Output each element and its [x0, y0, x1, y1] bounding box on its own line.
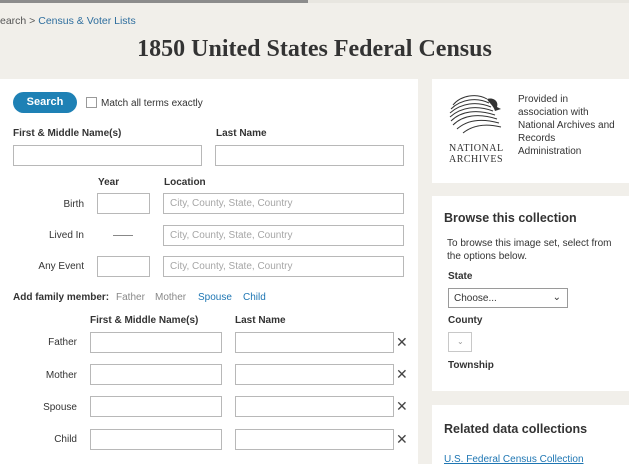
spouse-row-label: Spouse — [43, 402, 77, 413]
mother-first-input[interactable] — [90, 364, 222, 385]
birth-location-placeholder: City, County, State, Country — [170, 198, 293, 209]
state-select[interactable]: Choose... ⌄ — [448, 288, 568, 308]
breadcrumb-link[interactable]: Census & Voter Lists — [38, 15, 135, 27]
state-select-value: Choose... — [454, 293, 497, 304]
birth-location-input[interactable]: City, County, State, Country — [163, 193, 404, 214]
lived-in-label: Lived In — [48, 230, 84, 241]
search-button[interactable]: Search — [13, 92, 77, 113]
county-select[interactable]: ⌄ — [448, 332, 472, 352]
birth-label: Birth — [63, 199, 84, 210]
breadcrumb-prefix: earch > — [0, 15, 36, 27]
remove-father-icon[interactable]: ✕ — [396, 335, 408, 349]
last-name-label: Last Name — [216, 128, 267, 139]
state-label: State — [448, 271, 473, 282]
first-middle-input[interactable] — [13, 145, 202, 166]
browse-description: To browse this image set, select from th… — [447, 238, 612, 262]
chevron-down-icon: ⌄ — [552, 292, 561, 303]
father-first-input[interactable] — [90, 332, 222, 353]
any-event-location-input[interactable]: City, County, State, Country — [163, 256, 404, 277]
related-link-census[interactable]: U.S. Federal Census Collection — [444, 454, 584, 464]
breadcrumb: earch > Census & Voter Lists — [0, 15, 136, 27]
birth-year-input[interactable] — [97, 193, 150, 214]
any-event-year-input[interactable] — [97, 256, 150, 277]
remove-child-icon[interactable]: ✕ — [396, 432, 408, 446]
any-event-location-placeholder: City, County, State, Country — [170, 261, 293, 272]
lived-in-location-input[interactable]: City, County, State, Country — [163, 225, 404, 246]
remove-mother-icon[interactable]: ✕ — [396, 367, 408, 381]
remove-spouse-icon[interactable]: ✕ — [396, 399, 408, 413]
match-exact-label: Match all terms exactly — [101, 98, 203, 109]
match-exact-checkbox[interactable] — [86, 97, 97, 108]
child-row-label: Child — [54, 434, 77, 445]
national-archives-eagle-logo — [449, 95, 502, 134]
add-child-link[interactable]: Child — [243, 292, 266, 303]
spouse-last-input[interactable] — [235, 396, 394, 417]
family-last-name-label: Last Name — [235, 315, 286, 326]
lived-in-location-placeholder: City, County, State, Country — [170, 230, 293, 241]
child-first-input[interactable] — [90, 429, 222, 450]
chevron-down-icon: ⌄ — [457, 337, 464, 346]
first-middle-label: First & Middle Name(s) — [13, 128, 122, 139]
top-border — [0, 0, 629, 3]
add-father-link[interactable]: Father — [116, 292, 145, 303]
spouse-first-input[interactable] — [90, 396, 222, 417]
year-label: Year — [98, 177, 120, 188]
lived-in-year-dash — [113, 235, 133, 236]
family-first-middle-label: First & Middle Name(s) — [90, 315, 199, 326]
location-label: Location — [164, 177, 206, 188]
township-label: Township — [448, 360, 494, 371]
add-mother-link[interactable]: Mother — [155, 292, 186, 303]
county-label: County — [448, 315, 483, 326]
any-event-label: Any Event — [38, 261, 84, 272]
national-archives-logo-text: NATIONAL ARCHIVES — [449, 143, 504, 165]
page-title: 1850 United States Federal Census — [137, 36, 492, 62]
add-family-label: Add family member: — [13, 292, 110, 303]
child-last-input[interactable] — [235, 429, 394, 450]
mother-row-label: Mother — [45, 370, 77, 381]
father-last-input[interactable] — [235, 332, 394, 353]
browse-title: Browse this collection — [444, 211, 577, 225]
related-title: Related data collections — [444, 422, 588, 436]
partner-description: Provided in association with National Ar… — [518, 94, 615, 157]
add-spouse-link[interactable]: Spouse — [198, 292, 232, 303]
mother-last-input[interactable] — [235, 364, 394, 385]
last-name-input[interactable] — [215, 145, 404, 166]
father-row-label: Father — [48, 337, 77, 348]
